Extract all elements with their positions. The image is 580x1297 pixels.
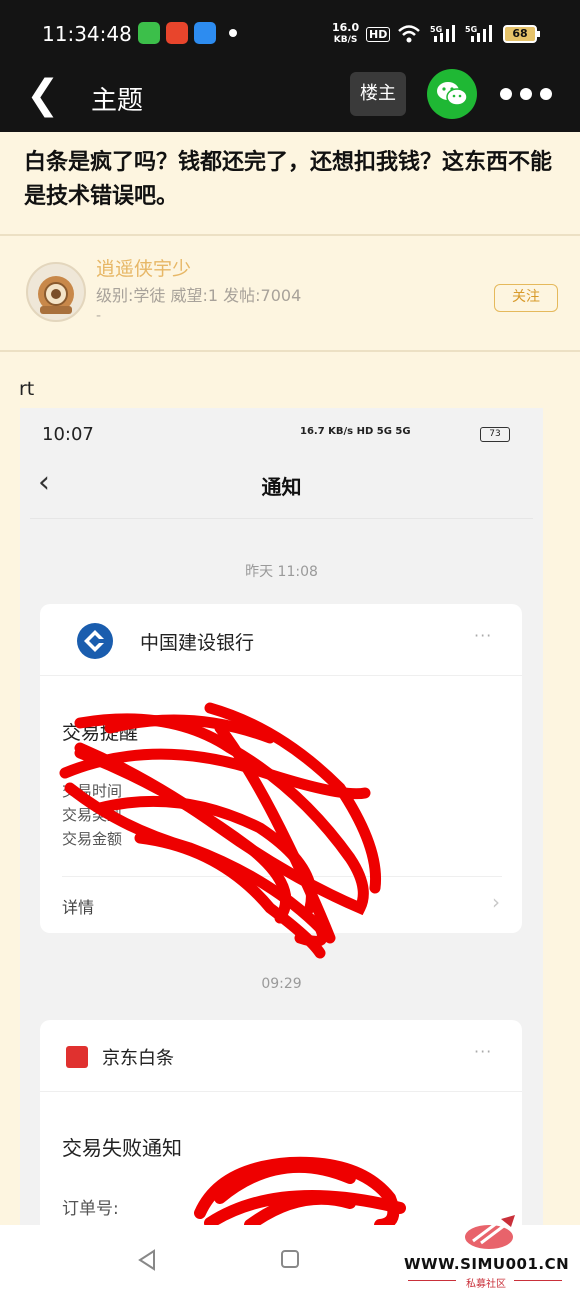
system-back-icon[interactable]: [136, 1249, 158, 1271]
signal-5g-icon: 5G: [430, 25, 455, 42]
app-icon-taobao: [166, 22, 188, 44]
hd-badge: HD: [366, 27, 391, 42]
app-icon-blue: [194, 22, 216, 44]
wifi-icon: [398, 25, 420, 43]
battery-icon: 68: [503, 25, 540, 43]
divider: [0, 350, 580, 352]
status-bar: 11:34:48 16.0 KB/S HD 5G 5G 68: [0, 0, 580, 62]
wechat-icon: [437, 82, 468, 106]
net-speed: 16.0 KB/S: [332, 21, 360, 45]
signal-5g-icon-2: 5G: [465, 25, 492, 42]
top-nav-bar: ❮ 主题 楼主: [0, 62, 580, 132]
red-redaction-scribble: [59, 702, 406, 1225]
system-nav-bar: WWW.SIMU001.CN 私募社区: [0, 1215, 580, 1297]
author-info: 级别:学徒 威望:1 发帖:7004: [96, 286, 302, 305]
author-only-button[interactable]: 楼主: [350, 72, 406, 116]
divider: [0, 234, 580, 236]
more-dots-icon[interactable]: [500, 86, 554, 102]
author-name[interactable]: 逍遥侠宇少: [96, 254, 191, 281]
notification-dot-icon: [229, 29, 237, 37]
watermark-site: WWW.SIMU001.CN: [404, 1255, 570, 1273]
app-icon-green: [138, 22, 160, 44]
watermark-sub: 私募社区: [466, 1279, 506, 1290]
wechat-share-button[interactable]: [427, 69, 477, 119]
status-time: 11:34:48: [42, 22, 132, 46]
avatar[interactable]: [26, 262, 86, 322]
svg-text:5G: 5G: [465, 25, 477, 34]
system-home-icon[interactable]: [281, 1250, 299, 1268]
author-signature: -: [96, 308, 102, 324]
post-image[interactable]: 10:07 16.7 KB/s HD 5G 5G 73 ‹ 通知 昨天 11:0…: [20, 408, 543, 1225]
svg-text:5G: 5G: [430, 25, 442, 34]
simu-logo-icon: [465, 1215, 515, 1249]
page-title: 主题: [91, 86, 144, 116]
diving-helmet-avatar-icon: [38, 276, 74, 314]
post-text: rt: [19, 378, 35, 400]
topic-title: 白条是疯了吗？钱都还完了，还想扣我钱？这东西不能是技术错误吧。: [24, 150, 553, 209]
follow-button[interactable]: 关注: [494, 284, 558, 312]
back-arrow-icon[interactable]: ❮: [26, 72, 60, 118]
